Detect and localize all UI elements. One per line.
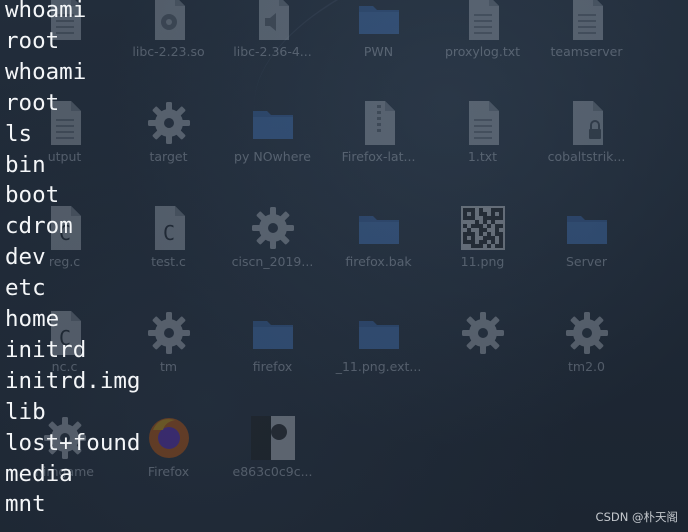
desktop-icon-label: cobaltstrik...: [547, 149, 626, 164]
terminal-line: media: [5, 460, 73, 487]
script-file-icon: [572, 0, 603, 40]
terminal-line: boot: [5, 182, 60, 209]
desktop-icon-label: Firefox-lat...: [341, 149, 416, 164]
terminal-line: dev: [5, 244, 46, 271]
desktop-icon-label: 11.png: [460, 254, 505, 269]
desktop-icon[interactable]: firefox.bak: [326, 204, 431, 269]
desktop-icon[interactable]: 1.txt: [430, 99, 535, 164]
desktop-icon-label: _11.png.ext...: [335, 359, 422, 374]
desktop-icon-label: PWN: [363, 44, 394, 59]
folder-icon: [358, 6, 399, 34]
text-file-icon: [468, 0, 499, 40]
desktop-icon[interactable]: cobaltstrik...: [534, 99, 639, 164]
gear-icon: [461, 312, 504, 354]
terminal-line: root: [5, 89, 60, 116]
terminal-output[interactable]: whoami root whoami root ls bin boot cdrom dev etc…: [5, 0, 305, 532]
archive-icon: [364, 101, 395, 145]
terminal-line: cdrom: [5, 213, 73, 240]
desktop-icon[interactable]: Server: [534, 204, 639, 269]
locked-file-icon: [572, 101, 603, 145]
text-file-icon: [468, 101, 499, 145]
qr-image-icon: [460, 206, 505, 250]
folder-icon: [358, 321, 399, 349]
terminal-line: bin: [5, 151, 46, 178]
terminal-line: mnt: [5, 491, 46, 518]
terminal-line: etc: [5, 275, 46, 302]
desktop-icon[interactable]: 11.png: [430, 204, 535, 269]
desktop-icon[interactable]: Firefox-lat...: [326, 99, 431, 164]
terminal-line: lib: [5, 398, 46, 425]
terminal-line: lost+found: [5, 429, 141, 456]
terminal-line: home: [5, 306, 60, 332]
desktop-icon-label: tm2.0: [568, 359, 605, 374]
terminal-line: initrd.img: [5, 367, 141, 394]
terminal-line: root: [5, 27, 60, 54]
terminal-line: whoami: [5, 58, 87, 85]
terminal-line: ls: [5, 120, 33, 147]
desktop-icon-label: 1.txt: [467, 149, 498, 164]
desktop-icon[interactable]: tm2.0: [534, 309, 639, 374]
desktop-icon[interactable]: proxylog.txt: [430, 0, 535, 59]
desktop-icon-label: teamserver: [550, 44, 623, 59]
gear-icon: [565, 312, 608, 354]
terminal-line: initrd: [5, 336, 87, 363]
desktop-icon[interactable]: teamserver: [534, 0, 639, 59]
desktop-icon[interactable]: [430, 309, 535, 359]
folder-icon: [358, 216, 399, 244]
desktop-icon-label: proxylog.txt: [444, 44, 521, 59]
terminal-line: whoami: [5, 0, 87, 23]
desktop-icon-label: Server: [566, 254, 607, 269]
desktop-icon[interactable]: PWN: [326, 0, 431, 59]
csdn-watermark: CSDN @朴天阁: [595, 510, 678, 524]
desktop-icon[interactable]: _11.png.ext...: [326, 309, 431, 374]
folder-icon: [566, 216, 607, 244]
desktop-icon-label: firefox.bak: [345, 254, 412, 269]
